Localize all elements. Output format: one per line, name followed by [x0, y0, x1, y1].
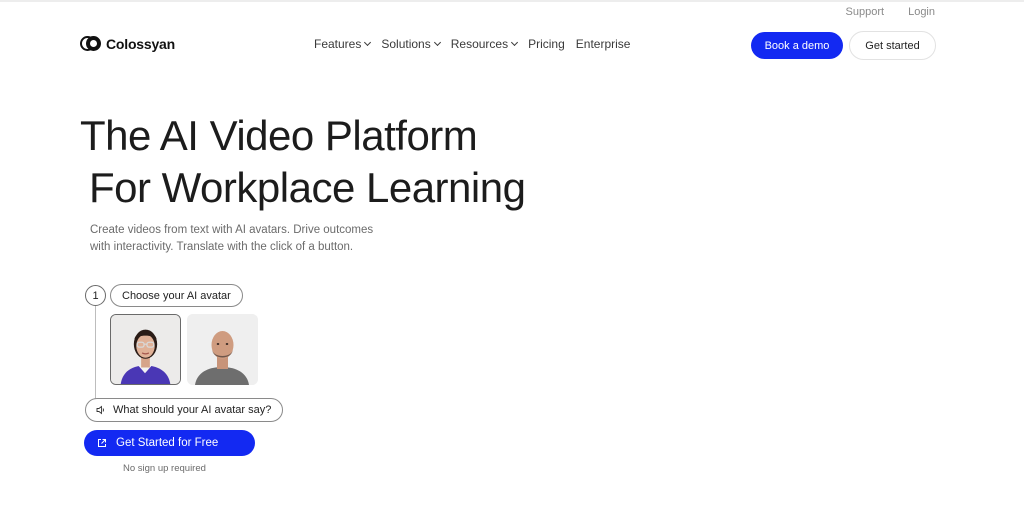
book-demo-button[interactable]: Book a demo	[751, 32, 843, 59]
step-label: Choose your AI avatar	[110, 284, 243, 307]
chevron-down-icon	[433, 38, 441, 47]
speaker-icon	[96, 405, 104, 415]
nav-item-features[interactable]: Features	[314, 37, 372, 51]
hero-title: The AI Video Platform For Workplace Lear…	[80, 110, 526, 214]
external-link-icon	[98, 439, 106, 447]
chevron-down-icon	[364, 38, 372, 47]
avatar-script-prompt[interactable]: What should your AI avatar say?	[85, 398, 284, 422]
get-started-free-button[interactable]: Get Started for Free	[84, 430, 255, 456]
hero-subtitle: Create videos from text with AI avatars.…	[90, 224, 374, 253]
step-number-badge: 1	[85, 285, 106, 306]
support-link[interactable]: Support	[846, 6, 885, 18]
utility-nav: Support Login	[846, 6, 935, 18]
chevron-down-icon	[511, 38, 519, 47]
nav-item-resources[interactable]: Resources	[450, 37, 519, 51]
avatar-option-woman[interactable]	[110, 314, 181, 385]
nav-item-pricing[interactable]: Pricing	[528, 37, 565, 51]
nav-label: Pricing	[528, 37, 565, 51]
logo-mark-icon	[80, 35, 102, 53]
nav-label: Resources	[450, 37, 509, 51]
login-link[interactable]: Login	[908, 6, 935, 18]
no-signup-note: No sign up required	[123, 463, 206, 474]
prompt-label: What should your AI avatar say?	[113, 404, 272, 416]
brand-name: Colossyan	[106, 36, 175, 52]
nav-label: Enterprise	[575, 37, 631, 51]
cta-label: Get Started for Free	[116, 437, 219, 449]
step-connector	[95, 306, 96, 402]
get-started-button[interactable]: Get started	[849, 31, 936, 60]
hero-title-line1: The AI Video Platform	[80, 112, 478, 159]
hero-title-line2: For Workplace Learning	[89, 164, 526, 211]
nav-item-solutions[interactable]: Solutions	[381, 37, 441, 51]
top-divider	[0, 0, 1024, 2]
avatar-man-image	[187, 314, 258, 385]
logo[interactable]: Colossyan	[80, 35, 175, 53]
nav-label: Solutions	[381, 37, 431, 51]
avatar-woman-image	[111, 315, 180, 384]
main-nav: Features Solutions Resources Pricing Ent…	[314, 37, 630, 51]
nav-item-enterprise[interactable]: Enterprise	[576, 37, 631, 51]
nav-label: Features	[314, 37, 362, 51]
avatar-option-man[interactable]	[187, 314, 258, 385]
